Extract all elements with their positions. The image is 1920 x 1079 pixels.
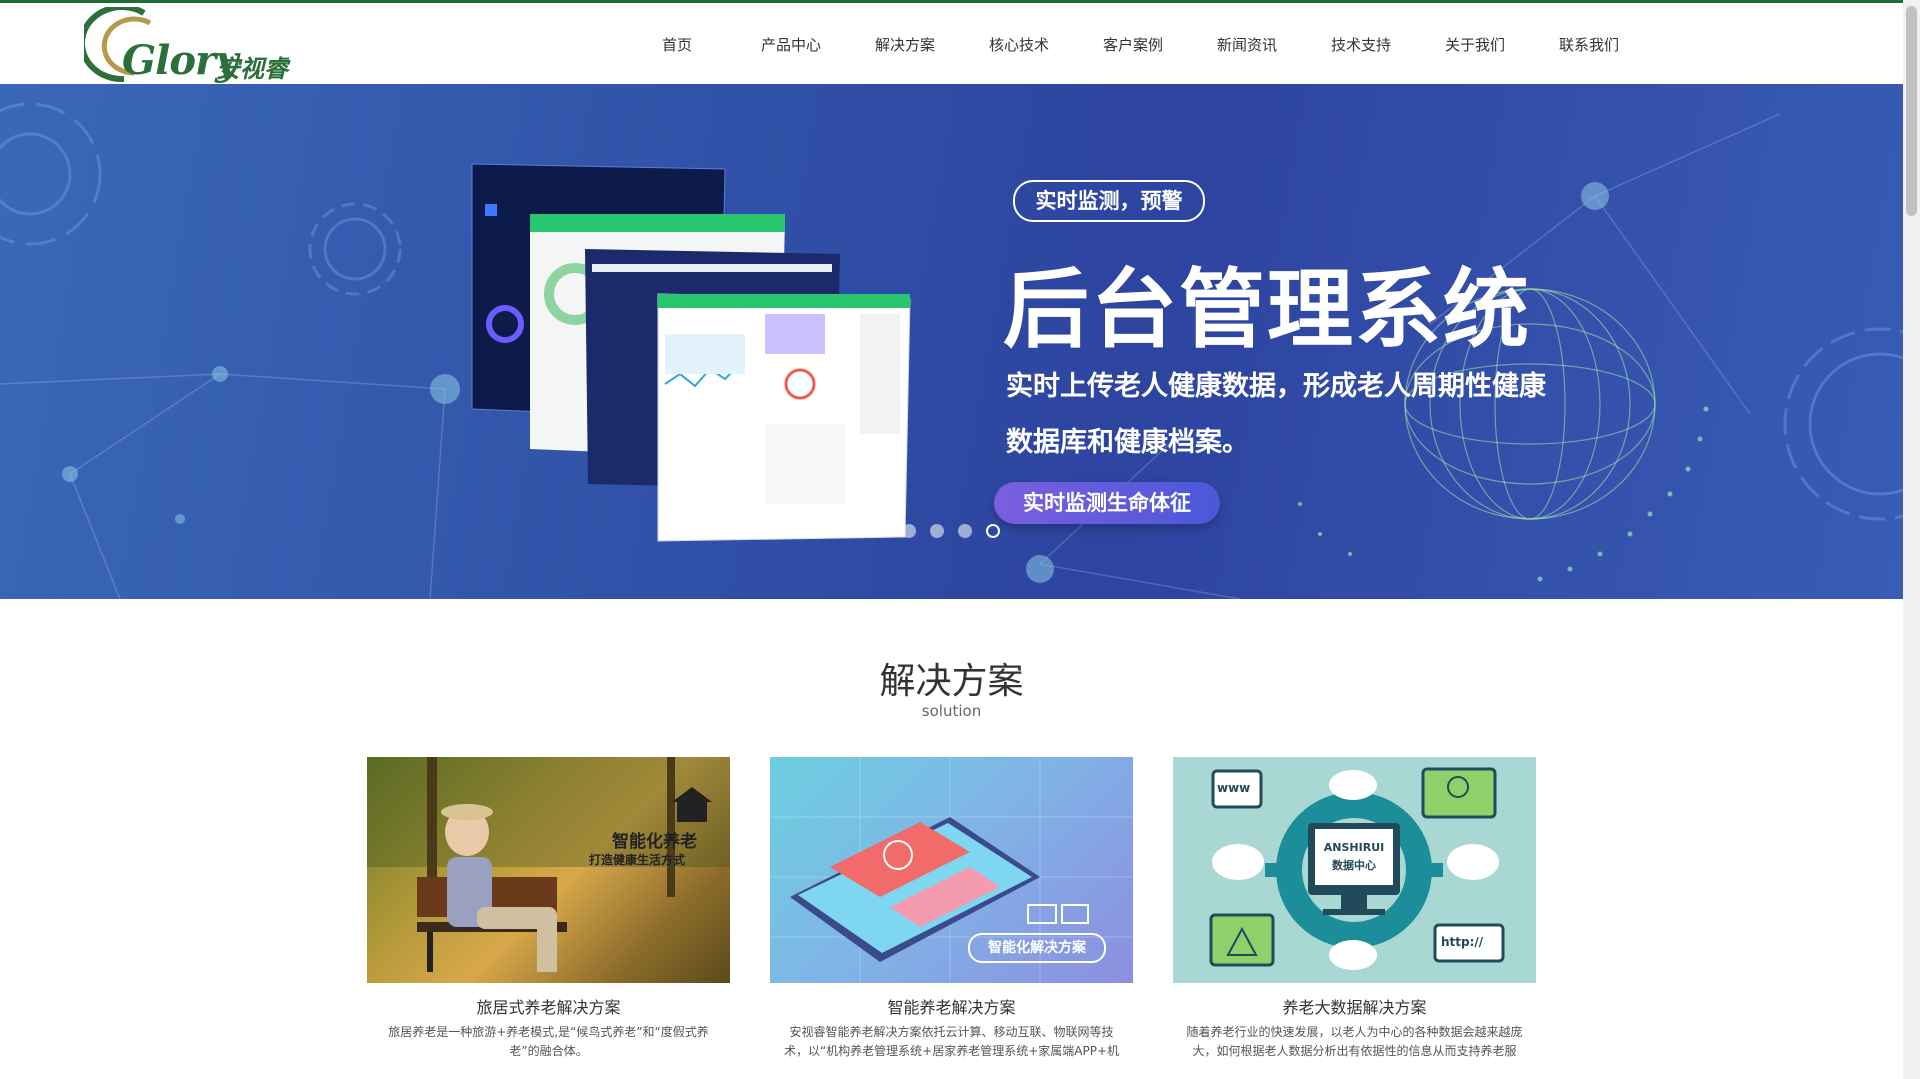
- card-image-data-center[interactable]: ANSHIRUI 数据中心 www http://: [1173, 757, 1536, 983]
- card-image-www-label: www: [1217, 781, 1251, 795]
- nav-item-news[interactable]: 新闻资讯: [1190, 3, 1304, 87]
- carousel-dot-active[interactable]: [986, 524, 1000, 538]
- carousel-dot[interactable]: [930, 524, 944, 538]
- nav-item-contact[interactable]: 联系我们: [1532, 3, 1646, 87]
- card-title[interactable]: 旅居式养老解决方案: [367, 994, 730, 1018]
- solution-card[interactable]: 智能化养老 打造健康生活方式 旅居式养老解决方案 旅居养老是一种旅游+养老模式,…: [367, 757, 730, 1061]
- hero-banner: 实时监测，预警 后台管理系统 实时上传老人健康数据，形成老人周期性健康数据库和健…: [0, 84, 1903, 599]
- card-description: 旅居养老是一种旅游+养老模式,是“候鸟式养老”和“度假式养老”的融合体。: [388, 1025, 709, 1058]
- nav-item-core-tech[interactable]: 核心技术: [962, 3, 1076, 87]
- carousel-dot[interactable]: [958, 524, 972, 538]
- logo[interactable]: Glory 安视睿: [84, 7, 304, 84]
- carousel-dot[interactable]: [902, 524, 916, 538]
- nav-item-about[interactable]: 关于我们: [1418, 3, 1532, 87]
- banner-cta-button[interactable]: 实时监测生命体征: [994, 482, 1220, 524]
- card-description: 随着养老行业的快速发展，以老人为中心的各种数据会越来越庞大，如何根据老人数据分析…: [1186, 1025, 1523, 1058]
- solution-card[interactable]: 智能化解决方案 智能养老解决方案 安视睿智能养老解决方案依托云计算、移动互联、物…: [770, 757, 1133, 1061]
- nav-item-cases[interactable]: 客户案例: [1076, 3, 1190, 87]
- nav-item-solutions[interactable]: 解决方案: [848, 3, 962, 87]
- section-subtitle: solution: [921, 702, 982, 720]
- card-image-smart-phone[interactable]: 智能化解决方案: [770, 757, 1133, 983]
- banner-tag: 实时监测，预警: [1013, 180, 1205, 222]
- page-scrollbar[interactable]: [1903, 0, 1920, 1079]
- card-title[interactable]: 智能养老解决方案: [770, 994, 1133, 1018]
- scrollbar-thumb[interactable]: [1906, 6, 1917, 216]
- nav-item-home[interactable]: 首页: [620, 3, 734, 87]
- card-image-http-label: http://: [1441, 935, 1484, 949]
- solution-card[interactable]: ANSHIRUI 数据中心 www http:// 养老大数据解决方案 随着养老…: [1173, 757, 1536, 1061]
- site-header: Glory 安视睿 首页 产品中心 解决方案 核心技术 客户案例 新闻资讯 技术…: [0, 3, 1903, 85]
- banner-network-graphic: [0, 102, 1903, 599]
- section-title: 解决方案: [879, 661, 1024, 702]
- card-image-subtext: 打造健康生活方式: [589, 853, 686, 867]
- nav-item-support[interactable]: 技术支持: [1304, 3, 1418, 87]
- card-image-subtext: 数据中心: [1332, 859, 1376, 872]
- main-nav: 首页 产品中心 解决方案 核心技术 客户案例 新闻资讯 技术支持 关于我们 联系…: [620, 3, 1646, 87]
- card-image-elderly-park[interactable]: 智能化养老 打造健康生活方式: [367, 757, 730, 983]
- logo-text-cn: 安视睿: [216, 55, 288, 83]
- card-title[interactable]: 养老大数据解决方案: [1173, 994, 1536, 1018]
- banner-title: 后台管理系统: [1003, 260, 1531, 360]
- nav-item-products[interactable]: 产品中心: [734, 3, 848, 87]
- card-image-text: 智能化养老: [612, 832, 697, 852]
- banner-description: 实时上传老人健康数据，形成老人周期性健康数据库和健康档案。: [1006, 371, 1546, 458]
- carousel-indicators: [902, 524, 1000, 538]
- card-image-text: 智能化解决方案: [968, 933, 1106, 963]
- card-image-text: ANSHIRUI: [1323, 841, 1385, 854]
- card-description: 安视睿智能养老解决方案依托云计算、移动互联、物联网等技术，以“机构养老管理系统+…: [783, 1025, 1120, 1058]
- park-bench-illustration: [367, 757, 730, 972]
